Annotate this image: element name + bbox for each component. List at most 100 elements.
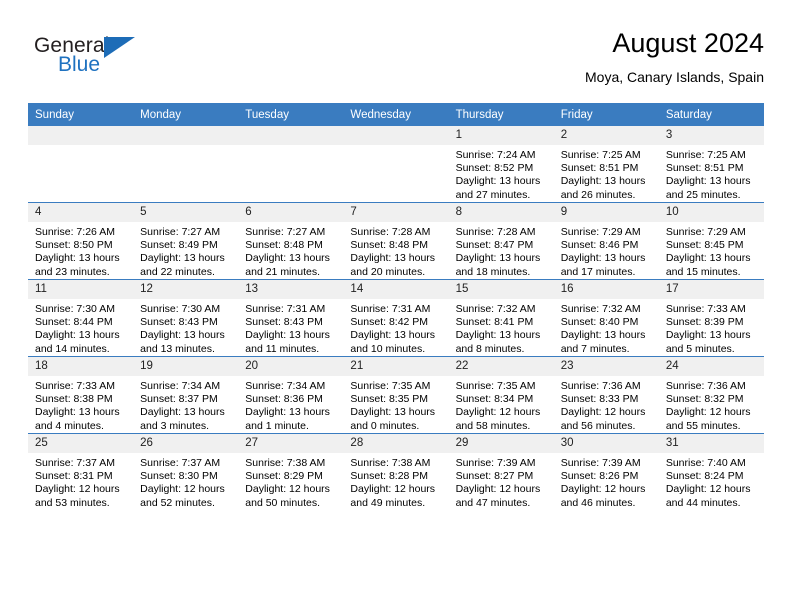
calendar-day-cell[interactable]: 16 Sunrise: 7:32 AM Sunset: 8:40 PM Dayligh…	[553, 279, 659, 357]
calendar-day-cell[interactable]: 9 Sunrise: 7:29 AM Sunset: 8:46 PM Daylight…	[553, 202, 659, 280]
day-number: 21	[343, 357, 449, 376]
sunrise-text: Sunrise: 7:35 AM	[350, 380, 431, 392]
sunset-text: Sunset: 8:29 PM	[245, 470, 323, 483]
day-number: 30	[553, 434, 659, 453]
calendar-day-cell[interactable]: 8 Sunrise: 7:28 AM Sunset: 8:47 PM Daylight…	[448, 202, 554, 280]
day-details: Sunrise: 7:28 AM Sunset: 8:48 PM Daylight:…	[343, 222, 448, 279]
daylight-text: Daylight: 12 hours and 56 minutes.	[560, 406, 646, 432]
daylight-text: Daylight: 13 hours and 1 minute.	[245, 406, 330, 432]
calendar-day-cell[interactable]: 24 Sunrise: 7:36 AM Sunset: 8:32 PM Dayligh…	[658, 356, 764, 434]
sunrise-text: Sunrise: 7:31 AM	[245, 303, 326, 315]
day-details: Sunrise: 7:28 AM Sunset: 8:47 PM Daylight:…	[449, 222, 554, 279]
sunset-text: Sunset: 8:45 PM	[665, 239, 744, 252]
daylight-text: Daylight: 13 hours and 5 minutes.	[665, 329, 751, 355]
sunrise-text: Sunrise: 7:33 AM	[35, 380, 115, 392]
calendar-day-cell[interactable]: 10 Sunrise: 7:29 AM Sunset: 8:45 PM Dayligh…	[658, 202, 764, 280]
sunset-text: Sunset: 8:47 PM	[455, 239, 534, 252]
sunset-text: Sunset: 8:48 PM	[350, 239, 429, 252]
day-details: Sunrise: 7:25 AM Sunset: 8:51 PM Daylight:…	[659, 145, 764, 202]
calendar-day-cell[interactable]: 14 Sunrise: 7:31 AM Sunset: 8:42 PM Dayligh…	[343, 279, 449, 357]
sunset-text: Sunset: 8:33 PM	[560, 393, 639, 406]
sunrise-text: Sunrise: 7:37 AM	[140, 457, 221, 469]
logo-text-blue: Blue	[58, 53, 101, 76]
daylight-text: Daylight: 13 hours and 23 minutes.	[35, 252, 120, 278]
day-number: 14	[343, 280, 449, 299]
calendar-day-cell[interactable]: 18 Sunrise: 7:33 AM Sunset: 8:38 PM Dayligh…	[28, 356, 134, 434]
calendar-day-cell[interactable]: 7 Sunrise: 7:28 AM Sunset: 8:48 PM Daylight…	[343, 202, 449, 280]
calendar-day-cell[interactable]: 31 Sunrise: 7:40 AM Sunset: 8:24 PM Dayligh…	[658, 433, 764, 510]
calendar-day-cell[interactable]: 29 Sunrise: 7:39 AM Sunset: 8:27 PM Dayligh…	[448, 433, 554, 510]
sunset-text: Sunset: 8:26 PM	[560, 470, 639, 483]
daylight-text: Daylight: 13 hours and 13 minutes.	[140, 329, 225, 355]
day-number: 2	[553, 126, 659, 145]
daylight-text: Daylight: 13 hours and 10 minutes.	[350, 329, 436, 355]
day-details: Sunrise: 7:37 AM Sunset: 8:30 PM Daylight:…	[133, 453, 238, 510]
calendar-day-cell[interactable]: 30 Sunrise: 7:39 AM Sunset: 8:26 PM Dayligh…	[553, 433, 659, 510]
day-details: Sunrise: 7:34 AM Sunset: 8:36 PM Daylight:…	[238, 376, 343, 433]
calendar-day-cell[interactable]: 21 Sunrise: 7:35 AM Sunset: 8:35 PM Dayligh…	[343, 356, 449, 434]
day-details: Sunrise: 7:32 AM Sunset: 8:41 PM Daylight:…	[449, 299, 554, 356]
daylight-text: Daylight: 13 hours and 4 minutes.	[35, 406, 120, 432]
day-details: Sunrise: 7:40 AM Sunset: 8:24 PM Daylight:…	[659, 453, 764, 510]
calendar-page: General Blue August 2024 Moya, Canary Is…	[0, 0, 792, 612]
sunset-text: Sunset: 8:30 PM	[140, 470, 218, 483]
calendar-day-cell[interactable]: 25 Sunrise: 7:37 AM Sunset: 8:31 PM Dayligh…	[28, 433, 134, 510]
day-number: 15	[448, 280, 554, 299]
sunrise-text: Sunrise: 7:27 AM	[245, 226, 326, 238]
daylight-text: Daylight: 12 hours and 46 minutes.	[560, 483, 646, 509]
calendar-day-cell[interactable]: 13 Sunrise: 7:31 AM Sunset: 8:43 PM Dayligh…	[238, 279, 344, 357]
sunrise-text: Sunrise: 7:28 AM	[350, 226, 431, 238]
day-details: Sunrise: 7:32 AM Sunset: 8:40 PM Daylight:…	[554, 299, 659, 356]
calendar-day-cell[interactable]: 2 Sunrise: 7:25 AM Sunset: 8:51 PM Daylight…	[553, 126, 659, 203]
calendar-cell-empty	[133, 126, 239, 203]
daylight-text: Daylight: 12 hours and 50 minutes.	[245, 483, 330, 509]
daylight-text: Daylight: 13 hours and 21 minutes.	[245, 252, 330, 278]
day-number: 20	[238, 357, 344, 376]
day-number: 26	[133, 434, 239, 453]
day-number: 17	[658, 280, 764, 299]
calendar-day-cell[interactable]: 28 Sunrise: 7:38 AM Sunset: 8:28 PM Dayligh…	[343, 433, 449, 510]
sunrise-text: Sunrise: 7:30 AM	[35, 303, 115, 315]
calendar-day-cell[interactable]: 11 Sunrise: 7:30 AM Sunset: 8:44 PM Dayligh…	[28, 279, 134, 357]
general-blue-logo[interactable]: General Blue	[28, 34, 208, 90]
day-details: Sunrise: 7:26 AM Sunset: 8:50 PM Daylight:…	[28, 222, 133, 279]
calendar-day-cell[interactable]: 19 Sunrise: 7:34 AM Sunset: 8:37 PM Dayligh…	[133, 356, 239, 434]
calendar-day-cell[interactable]: 12 Sunrise: 7:30 AM Sunset: 8:43 PM Dayligh…	[133, 279, 239, 357]
day-number: 16	[553, 280, 659, 299]
calendar-day-cell[interactable]: 17 Sunrise: 7:33 AM Sunset: 8:39 PM Dayligh…	[658, 279, 764, 357]
day-details: Sunrise: 7:27 AM Sunset: 8:48 PM Daylight:…	[238, 222, 343, 279]
calendar-day-cell[interactable]: 3 Sunrise: 7:25 AM Sunset: 8:51 PM Daylight…	[658, 126, 764, 203]
calendar-day-cell[interactable]: 27 Sunrise: 7:38 AM Sunset: 8:29 PM Dayligh…	[238, 433, 344, 510]
calendar-week-row: 11 Sunrise: 7:30 AM Sunset: 8:44 PM Dayligh…	[28, 279, 764, 357]
daylight-text: Daylight: 12 hours and 53 minutes.	[35, 483, 120, 509]
calendar-day-cell[interactable]: 15 Sunrise: 7:32 AM Sunset: 8:41 PM Dayligh…	[448, 279, 554, 357]
page-title: August 2024	[612, 28, 764, 58]
day-number: 10	[658, 203, 764, 222]
sunrise-text: Sunrise: 7:37 AM	[35, 457, 115, 469]
day-number: 8	[448, 203, 554, 222]
day-number: 1	[448, 126, 554, 145]
calendar-day-cell[interactable]: 4 Sunrise: 7:26 AM Sunset: 8:50 PM Daylight…	[28, 202, 134, 280]
sunrise-text: Sunrise: 7:25 AM	[665, 149, 746, 161]
calendar-day-cell[interactable]: 6 Sunrise: 7:27 AM Sunset: 8:48 PM Daylight…	[238, 202, 344, 280]
sunrise-text: Sunrise: 7:38 AM	[245, 457, 326, 469]
calendar-day-cell[interactable]: 5 Sunrise: 7:27 AM Sunset: 8:49 PM Daylight…	[133, 202, 239, 280]
calendar-day-cell[interactable]: 26 Sunrise: 7:37 AM Sunset: 8:30 PM Dayligh…	[133, 433, 239, 510]
calendar-day-cell[interactable]: 20 Sunrise: 7:34 AM Sunset: 8:36 PM Dayligh…	[238, 356, 344, 434]
sunset-text: Sunset: 8:34 PM	[455, 393, 534, 406]
sunrise-text: Sunrise: 7:28 AM	[455, 226, 536, 238]
calendar-day-cell[interactable]: 23 Sunrise: 7:36 AM Sunset: 8:33 PM Dayligh…	[553, 356, 659, 434]
sunrise-text: Sunrise: 7:34 AM	[140, 380, 221, 392]
calendar-day-cell[interactable]: 1 Sunrise: 7:24 AM Sunset: 8:52 PM Daylight…	[448, 126, 554, 203]
sunrise-text: Sunrise: 7:40 AM	[665, 457, 746, 469]
daylight-text: Daylight: 13 hours and 7 minutes.	[560, 329, 646, 355]
sunrise-text: Sunrise: 7:25 AM	[560, 149, 641, 161]
daylight-text: Daylight: 13 hours and 8 minutes.	[455, 329, 541, 355]
day-details: Sunrise: 7:29 AM Sunset: 8:45 PM Daylight:…	[659, 222, 764, 279]
calendar-day-cell[interactable]: 22 Sunrise: 7:35 AM Sunset: 8:34 PM Dayligh…	[448, 356, 554, 434]
weekday-header-tuesday: Tuesday	[238, 103, 344, 126]
day-number: 6	[238, 203, 344, 222]
weekday-header-sunday: Sunday	[28, 103, 134, 126]
day-details: Sunrise: 7:37 AM Sunset: 8:31 PM Daylight:…	[28, 453, 133, 510]
sunset-text: Sunset: 8:35 PM	[350, 393, 429, 406]
